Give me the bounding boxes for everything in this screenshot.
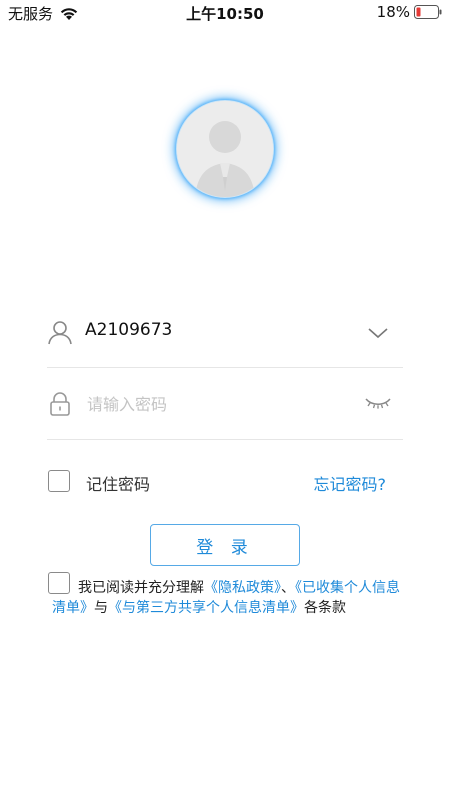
remember-password-label: 记住密码 bbox=[86, 475, 151, 494]
remember-password-checkbox[interactable] bbox=[48, 470, 70, 492]
privacy-policy-link[interactable]: 《隐私政策》 bbox=[204, 580, 281, 596]
account-row[interactable]: A2109673 bbox=[47, 309, 403, 368]
avatar-placeholder-icon bbox=[177, 101, 273, 197]
password-row[interactable] bbox=[47, 381, 403, 440]
agreement-suffix: 各条款 bbox=[304, 600, 346, 616]
battery-group: 18% bbox=[377, 3, 442, 21]
user-icon bbox=[48, 321, 72, 345]
account-input[interactable]: A2109673 bbox=[85, 320, 172, 340]
battery-icon bbox=[414, 5, 442, 19]
battery-percent: 18% bbox=[376, 3, 410, 21]
third-party-sharing-list-link[interactable]: 《与第三方共享个人信息清单》 bbox=[108, 600, 304, 616]
avatar bbox=[176, 100, 274, 198]
login-button[interactable]: 登 录 bbox=[150, 524, 300, 566]
forgot-password-link[interactable]: 忘记密码? bbox=[314, 471, 387, 495]
lock-icon bbox=[50, 392, 70, 416]
agreement-conjunction: 与 bbox=[94, 600, 108, 616]
eye-closed-icon[interactable] bbox=[365, 395, 391, 411]
chevron-down-icon[interactable] bbox=[367, 322, 389, 344]
agreement-prefix: 我已阅读并充分理解 bbox=[78, 580, 204, 596]
status-bar: 无服务 上午10:50 18% bbox=[0, 0, 450, 26]
agreement-separator: 、 bbox=[281, 580, 295, 596]
password-input[interactable] bbox=[87, 390, 347, 418]
agreement-text: 我已阅读并充分理解《隐私政策》、《已收集个人信息清单》与《与第三方共享个人信息清… bbox=[52, 578, 402, 618]
